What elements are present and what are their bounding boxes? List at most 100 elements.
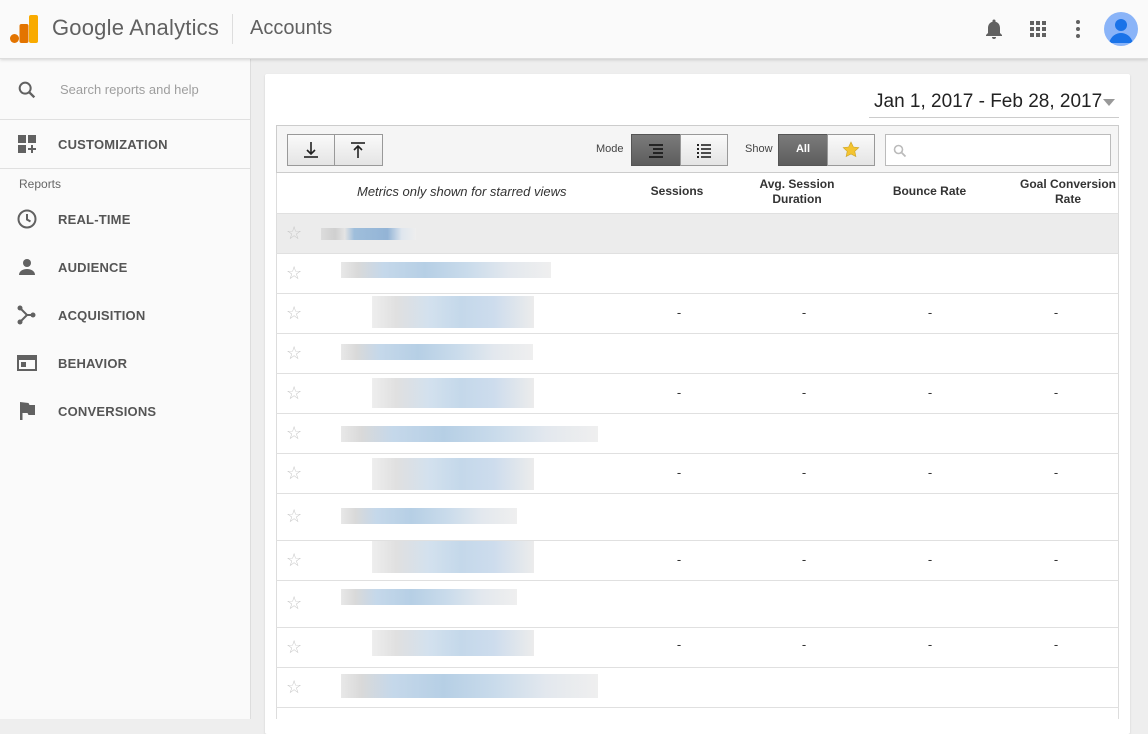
goal-conversion-rate-value: - bbox=[1053, 637, 1059, 652]
bounce-rate-value: - bbox=[927, 305, 933, 320]
show-starred-button[interactable] bbox=[827, 134, 875, 166]
sidebar-item-label: REAL-TIME bbox=[58, 212, 131, 227]
sidebar-item-real-time[interactable]: REAL-TIME bbox=[0, 195, 250, 243]
sidebar-item-behavior[interactable]: BEHAVIOR bbox=[0, 339, 250, 387]
flag-icon bbox=[20, 402, 35, 420]
date-range-picker[interactable]: Jan 1, 2017 - Feb 28, 2017 bbox=[869, 87, 1119, 118]
star-outline-icon[interactable]: ☆ bbox=[286, 677, 302, 698]
table-row[interactable]: ☆ bbox=[276, 413, 1119, 453]
redacted-property-name bbox=[341, 344, 533, 360]
sidebar: Search reports and help CUSTOMIZATION Re… bbox=[0, 59, 251, 719]
redacted-property-name bbox=[341, 589, 517, 605]
table-row[interactable] bbox=[276, 707, 1119, 719]
column-header-avg-session-duration[interactable]: Avg. Session Duration bbox=[747, 177, 847, 207]
table-toolbar: Mode Show All bbox=[276, 125, 1119, 173]
chevron-down-icon bbox=[1103, 99, 1115, 106]
starred-views-note: Metrics only shown for starred views bbox=[357, 184, 567, 199]
redacted-property-name bbox=[341, 262, 551, 278]
goal-conversion-rate-value: - bbox=[1053, 385, 1059, 400]
avg-session-duration-value: - bbox=[801, 465, 807, 480]
sidebar-item-label: BEHAVIOR bbox=[58, 356, 128, 371]
star-outline-icon[interactable]: ☆ bbox=[286, 303, 302, 324]
hierarchy-list-icon bbox=[649, 144, 663, 158]
column-header-goal-conversion-rate[interactable]: Goal Conversion Rate bbox=[1015, 177, 1121, 207]
sidebar-item-customization[interactable]: CUSTOMIZATION bbox=[0, 120, 250, 169]
redacted-account-name bbox=[321, 228, 416, 240]
sidebar-search[interactable]: Search reports and help bbox=[0, 59, 250, 120]
sessions-value: - bbox=[676, 465, 682, 480]
mode-hierarchy-button[interactable] bbox=[631, 134, 681, 166]
avg-session-duration-value: - bbox=[801, 385, 807, 400]
brand-name: Google Analytics bbox=[52, 15, 220, 40]
column-header-sessions[interactable]: Sessions bbox=[637, 184, 717, 199]
date-range-text: Jan 1, 2017 - Feb 28, 2017 bbox=[874, 91, 1103, 112]
star-outline-icon[interactable]: ☆ bbox=[286, 463, 302, 484]
table-row[interactable]: ☆ - - - - bbox=[276, 540, 1119, 580]
star-outline-icon[interactable]: ☆ bbox=[286, 223, 302, 244]
star-outline-icon[interactable]: ☆ bbox=[286, 550, 302, 571]
redacted-view-name bbox=[372, 296, 534, 328]
show-label: Show bbox=[745, 143, 773, 155]
bell-icon[interactable] bbox=[982, 17, 1006, 41]
sidebar-item-acquisition[interactable]: ACQUISITION bbox=[0, 291, 250, 339]
search-icon bbox=[18, 81, 36, 99]
goal-conversion-rate-value: - bbox=[1053, 305, 1059, 320]
clock-icon bbox=[17, 209, 37, 229]
sessions-value: - bbox=[676, 552, 682, 567]
redacted-view-name bbox=[372, 541, 534, 573]
sidebar-item-conversions[interactable]: CONVERSIONS bbox=[0, 387, 250, 435]
star-outline-icon[interactable]: ☆ bbox=[286, 263, 302, 284]
star-outline-icon[interactable]: ☆ bbox=[286, 637, 302, 658]
table-header: Metrics only shown for starred views Ses… bbox=[276, 173, 1119, 213]
mode-flat-list-button[interactable] bbox=[680, 134, 728, 166]
table-row[interactable]: ☆ - - - - bbox=[276, 453, 1119, 493]
search-icon bbox=[893, 144, 907, 158]
reports-section-label: Reports bbox=[19, 177, 62, 191]
star-outline-icon[interactable]: ☆ bbox=[286, 383, 302, 404]
avg-session-duration-value: - bbox=[801, 637, 807, 652]
table-row[interactable]: ☆ bbox=[276, 213, 1119, 253]
search-input[interactable]: Search reports and help bbox=[60, 82, 199, 97]
bounce-rate-value: - bbox=[927, 385, 933, 400]
show-all-button[interactable]: All bbox=[778, 134, 828, 166]
table-filter-input[interactable] bbox=[885, 134, 1111, 166]
table-row[interactable]: ☆ - - - - bbox=[276, 373, 1119, 413]
star-outline-icon[interactable]: ☆ bbox=[286, 423, 302, 444]
goal-conversion-rate-value: - bbox=[1053, 465, 1059, 480]
table-row[interactable]: ☆ bbox=[276, 667, 1119, 707]
acquisition-icon bbox=[17, 305, 36, 325]
table-row[interactable]: ☆ bbox=[276, 580, 1119, 627]
table-row[interactable]: ☆ - - - - bbox=[276, 627, 1119, 667]
sidebar-item-audience[interactable]: AUDIENCE bbox=[0, 243, 250, 291]
star-outline-icon[interactable]: ☆ bbox=[286, 593, 302, 614]
star-outline-icon[interactable]: ☆ bbox=[286, 343, 302, 364]
person-icon bbox=[19, 259, 35, 275]
redacted-property-name bbox=[341, 674, 598, 698]
collapse-all-button[interactable] bbox=[334, 134, 383, 166]
sidebar-item-label: AUDIENCE bbox=[58, 260, 128, 275]
account-avatar[interactable] bbox=[1104, 12, 1138, 46]
sessions-value: - bbox=[676, 637, 682, 652]
page-title[interactable]: Accounts bbox=[250, 17, 332, 40]
table-row[interactable]: ☆ - - - - bbox=[276, 293, 1119, 333]
table-row[interactable]: ☆ bbox=[276, 253, 1119, 293]
mode-label: Mode bbox=[596, 143, 624, 155]
sidebar-item-label: CONVERSIONS bbox=[58, 404, 157, 419]
more-vert-icon[interactable] bbox=[1066, 17, 1090, 41]
redacted-view-name bbox=[372, 458, 534, 490]
top-app-bar: Google Analytics Accounts bbox=[0, 0, 1148, 59]
sidebar-item-label: CUSTOMIZATION bbox=[58, 137, 168, 152]
table-row[interactable]: ☆ bbox=[276, 493, 1119, 540]
table-row[interactable]: ☆ bbox=[276, 333, 1119, 373]
google-analytics-logo[interactable] bbox=[10, 15, 38, 43]
apps-grid-icon[interactable] bbox=[1026, 17, 1050, 41]
arrow-down-bar-icon bbox=[304, 142, 318, 158]
sessions-value: - bbox=[676, 385, 682, 400]
bounce-rate-value: - bbox=[927, 552, 933, 567]
expand-all-button[interactable] bbox=[287, 134, 335, 166]
bounce-rate-value: - bbox=[927, 637, 933, 652]
sidebar-item-label: ACQUISITION bbox=[58, 308, 146, 323]
behavior-icon bbox=[17, 355, 37, 371]
column-header-bounce-rate[interactable]: Bounce Rate bbox=[882, 184, 977, 199]
star-outline-icon[interactable]: ☆ bbox=[286, 506, 302, 527]
